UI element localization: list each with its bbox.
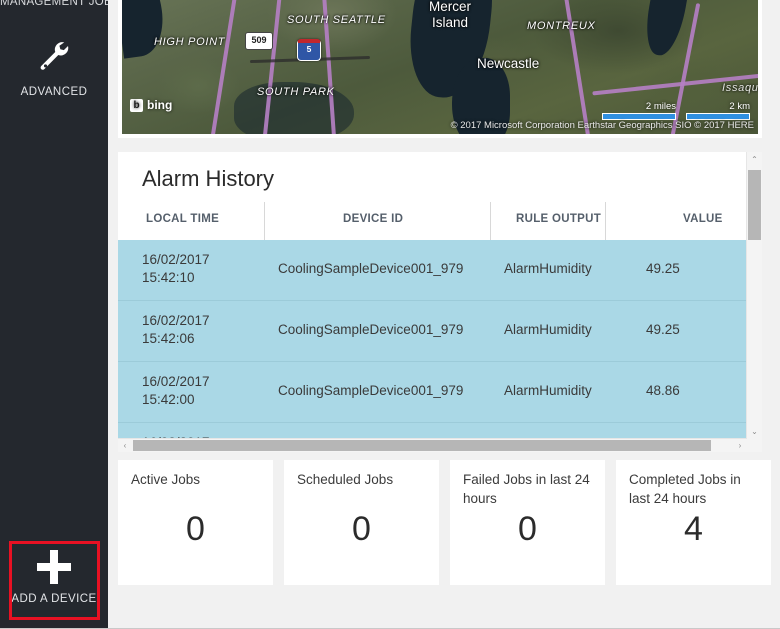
map-scale-miles-label: 2 miles: [645, 101, 676, 112]
map-attribution: © 2017 Microsoft Corporation Earthstar G…: [450, 120, 754, 131]
scroll-down-icon[interactable]: ⌄: [747, 424, 762, 439]
map-scale-km: 2 km: [686, 101, 750, 120]
bing-logo-text: bing: [147, 98, 173, 112]
scrollbar-corner: [747, 439, 762, 452]
wrench-icon: [37, 39, 71, 77]
column-header-value[interactable]: VALUE: [683, 213, 723, 225]
horizontal-scroll-thumb[interactable]: [133, 440, 711, 451]
cell-local-time: 16/02/2017 15:42:00: [142, 373, 210, 409]
cell-device-id: CoolingSampleDevice001_979: [278, 322, 464, 337]
table-row[interactable]: 16/02/2017 15:42:06 CoolingSampleDevice0…: [118, 301, 747, 362]
bing-logo-mark: b: [130, 98, 143, 112]
cell-date: 16/02/2017: [142, 374, 210, 389]
table-row[interactable]: 16/02/2017: [118, 423, 747, 439]
map-scale-km-bar: [686, 113, 750, 120]
cell-rule-output: AlarmHumidity: [504, 322, 592, 337]
kpi-value: 4: [684, 510, 703, 548]
cell-time: 15:42:06: [142, 331, 195, 346]
alarm-history-title: Alarm History: [142, 166, 275, 191]
vertical-scroll-thumb[interactable]: [748, 170, 761, 240]
column-header-rule-output[interactable]: RULE OUTPUT: [516, 213, 601, 225]
scroll-left-icon[interactable]: ‹: [118, 439, 132, 452]
cell-time: 15:42:00: [142, 392, 195, 407]
left-sidebar: MANAGEMENT JOBS ADVANCED ADD A DEVICE: [0, 0, 108, 629]
cell-value: 49.25: [646, 322, 680, 337]
cell-value: 48.86: [646, 383, 680, 398]
column-header-device-id[interactable]: DEVICE ID: [343, 213, 403, 225]
cell-local-time: 16/02/2017 15:42:06: [142, 312, 210, 348]
kpi-value: 0: [186, 510, 205, 548]
alarm-history-horizontal-scrollbar[interactable]: ‹ ›: [118, 438, 747, 452]
cell-local-time: 16/02/2017 15:42:10: [142, 251, 210, 287]
scroll-up-icon[interactable]: ⌃: [747, 152, 762, 167]
column-header-local-time[interactable]: LOCAL TIME: [146, 213, 219, 225]
cell-rule-output: AlarmHumidity: [504, 261, 592, 276]
bing-map[interactable]: SOUTH SEATTLE HIGH POINT SOUTH PARK MONT…: [122, 0, 758, 134]
sidebar-item-add-a-device-label: ADD A DEVICE: [11, 592, 97, 605]
state-route-shield-icon: 509: [245, 32, 273, 50]
kpi-value: 0: [352, 510, 371, 548]
kpi-tile-active-jobs: Active Jobs 0: [118, 460, 273, 585]
cell-device-id: CoolingSampleDevice001_979: [278, 383, 464, 398]
map-scale-miles-bar: [602, 113, 676, 120]
plus-icon: [37, 549, 71, 584]
column-divider: [490, 202, 491, 240]
cell-date: 16/02/2017: [142, 252, 210, 267]
cell-date: 16/02/2017: [142, 313, 210, 328]
map-label: SOUTH PARK: [257, 86, 335, 98]
cell-time: 15:42:10: [142, 270, 195, 285]
alarm-history-viewport: Alarm History LOCAL TIME DEVICE ID RULE …: [118, 152, 747, 439]
kpi-label: Active Jobs: [131, 472, 201, 487]
cell-device-id: CoolingSampleDevice001_979: [278, 261, 464, 276]
map-label: Issaquah: [722, 82, 758, 94]
alarm-history-vertical-scrollbar[interactable]: ⌃ ⌄: [746, 152, 762, 439]
kpi-value: 0: [518, 510, 537, 548]
kpi-tile-scheduled-jobs: Scheduled Jobs 0: [284, 460, 439, 585]
map-scale-km-label: 2 km: [729, 101, 750, 112]
map-scale-bars: 2 miles 2 km: [602, 101, 750, 120]
alarm-history-card: Alarm History LOCAL TIME DEVICE ID RULE …: [118, 152, 762, 452]
map-label: Newcastle: [477, 56, 540, 71]
cell-rule-output: AlarmHumidity: [504, 383, 592, 398]
alarm-history-header-row: LOCAL TIME DEVICE ID RULE OUTPUT VALUE: [118, 202, 747, 240]
map-label: MONTREUX: [527, 20, 596, 32]
kpi-label: Failed Jobs in last 24 hours: [463, 472, 590, 506]
sidebar-clipped-label: MANAGEMENT JOBS: [0, 0, 108, 8]
app-root: MANAGEMENT JOBS ADVANCED ADD A DEVICE SO…: [0, 0, 780, 629]
column-divider: [264, 202, 265, 240]
map-label: Island: [432, 15, 469, 30]
cell-value: 49.25: [646, 261, 680, 276]
scroll-right-icon[interactable]: ›: [733, 439, 747, 452]
map-label: SOUTH SEATTLE: [287, 14, 386, 26]
kpi-label: Scheduled Jobs: [297, 472, 394, 487]
table-row[interactable]: 16/02/2017 15:42:10 CoolingSampleDevice0…: [118, 240, 747, 301]
kpi-label: Completed Jobs in last 24 hours: [629, 472, 741, 506]
main-content: SOUTH SEATTLE HIGH POINT SOUTH PARK MONT…: [108, 0, 780, 629]
kpi-tile-completed-jobs: Completed Jobs in last 24 hours 4: [616, 460, 771, 585]
map-label: HIGH POINT: [154, 36, 226, 48]
map-label: Mercer: [429, 0, 472, 14]
column-divider: [605, 202, 606, 240]
sidebar-item-advanced-label: ADVANCED: [20, 85, 88, 98]
kpi-tile-failed-jobs: Failed Jobs in last 24 hours 0: [450, 460, 605, 585]
table-row[interactable]: 16/02/2017 15:42:00 CoolingSampleDevice0…: [118, 362, 747, 423]
bing-logo: b bing: [130, 98, 172, 112]
sidebar-item-add-a-device[interactable]: ADD A DEVICE: [0, 541, 108, 613]
map-scale-miles: 2 miles: [602, 101, 676, 120]
highway-shield-icon: 5: [297, 39, 321, 61]
sidebar-item-advanced[interactable]: ADVANCED: [0, 36, 108, 100]
device-map-card: SOUTH SEATTLE HIGH POINT SOUTH PARK MONT…: [118, 0, 762, 138]
